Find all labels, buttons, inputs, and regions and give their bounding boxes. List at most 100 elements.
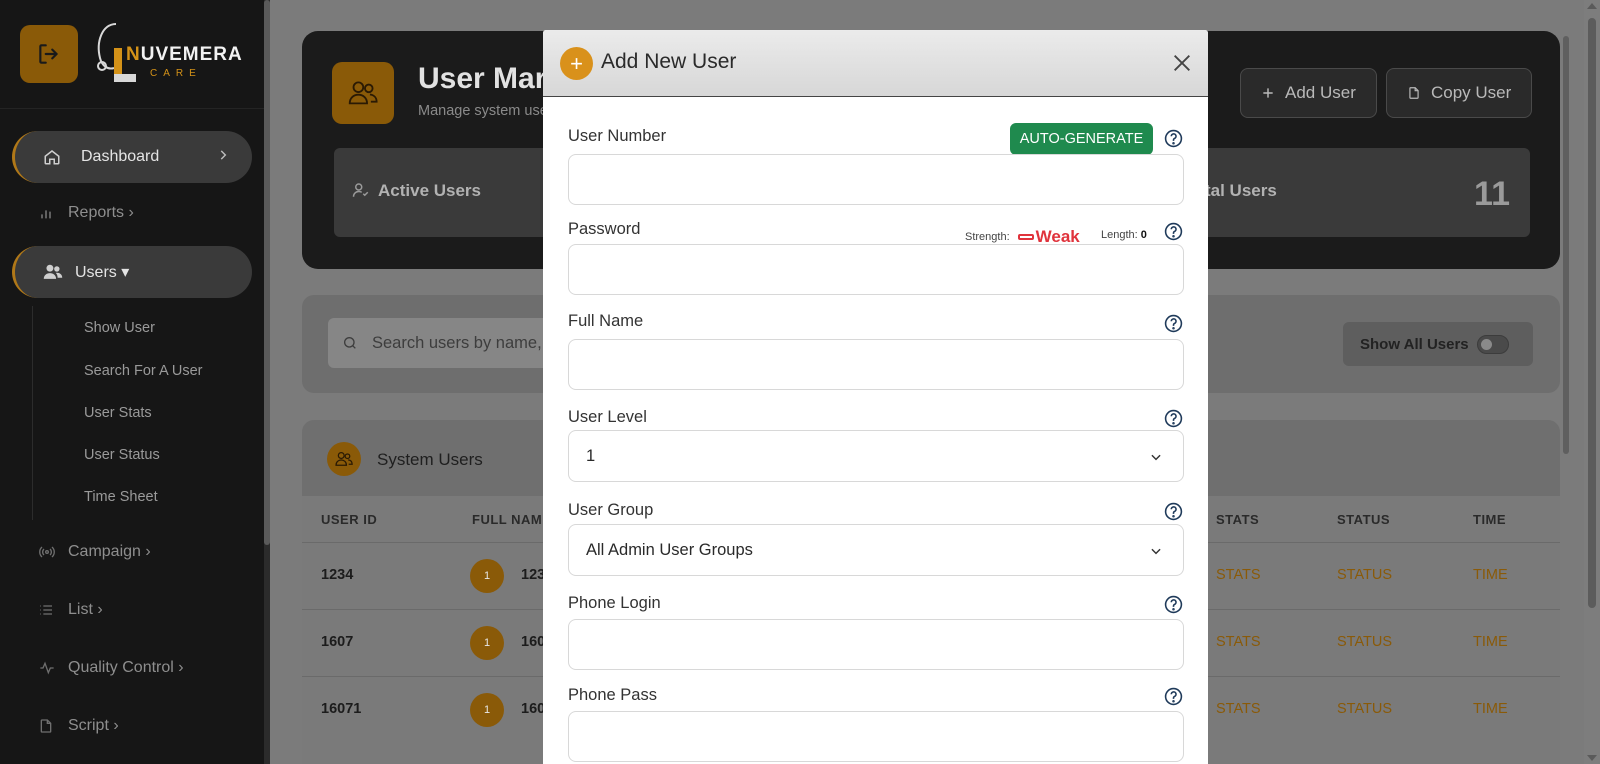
column-header-status[interactable]: STATUS [1337, 512, 1390, 527]
chevron-right-icon [220, 150, 227, 160]
sidebar-scrollbar[interactable] [264, 0, 270, 764]
scroll-down-icon[interactable] [1587, 755, 1597, 761]
phone-login-input[interactable] [568, 619, 1184, 670]
help-icon[interactable] [1164, 502, 1183, 521]
sidebar-item-campaign[interactable]: Campaign › [38, 543, 151, 561]
full-name-input[interactable] [568, 339, 1184, 390]
column-header-stats[interactable]: STATS [1216, 512, 1259, 527]
user-number-label: User Number [568, 127, 667, 145]
sidebar-item-label: List › [68, 601, 103, 618]
column-header-time[interactable]: TIME [1473, 512, 1506, 527]
level-badge: 1 [470, 693, 504, 727]
help-icon[interactable] [1164, 409, 1183, 428]
page-title: User Mar [418, 62, 547, 95]
scroll-thumb[interactable] [1588, 18, 1596, 608]
add-user-button[interactable]: Add User [1240, 68, 1377, 118]
full-name-cell: 160 [521, 701, 546, 717]
users-icon [348, 81, 378, 105]
page-subtitle: Manage system use [418, 103, 548, 119]
sidebar-subitem-show-user[interactable]: Show User [84, 320, 155, 336]
sidebar-item-label: Users ▾ [75, 264, 130, 281]
time-link[interactable]: TIME [1473, 701, 1508, 717]
sidebar-item-label: Quality Control › [68, 659, 184, 676]
bar-chart-icon [38, 205, 56, 221]
sidebar-subitem-user-stats[interactable]: User Stats [84, 405, 152, 421]
list-icon [38, 602, 56, 618]
main-scrollbar[interactable] [1563, 36, 1569, 454]
stats-link[interactable]: STATS [1216, 634, 1261, 650]
phone-pass-label: Phone Pass [568, 686, 657, 704]
file-icon [38, 718, 56, 734]
chevron-down-icon [1151, 548, 1161, 555]
chevron-down-icon [1151, 454, 1161, 461]
user-group-value: All Admin User Groups [586, 540, 753, 559]
user-group-label: User Group [568, 501, 654, 519]
time-link[interactable]: TIME [1473, 634, 1508, 650]
logout-icon [39, 44, 58, 64]
pulse-icon [38, 660, 56, 676]
add-user-label: Add User [1285, 83, 1356, 102]
status-link[interactable]: STATUS [1337, 567, 1392, 583]
broadcast-icon [38, 544, 56, 560]
search-input[interactable]: Search users by name, [328, 318, 568, 368]
search-placeholder: Search users by name, [372, 333, 542, 352]
users-icon [327, 442, 361, 476]
phone-pass-input[interactable] [568, 711, 1184, 762]
column-header-user-id[interactable]: USER ID [321, 512, 377, 527]
sidebar-subitem-user-status[interactable]: User Status [84, 447, 160, 463]
active-users-label: Active Users [378, 181, 482, 200]
plus-icon [1261, 86, 1275, 100]
user-level-label: User Level [568, 408, 647, 426]
status-link[interactable]: STATUS [1337, 701, 1392, 717]
show-all-users-toggle[interactable] [1477, 335, 1509, 354]
sidebar-item-script[interactable]: Script › [38, 717, 119, 735]
show-all-users-toggle-group[interactable]: Show All Users [1343, 322, 1533, 366]
auto-generate-button[interactable]: AUTO-GENERATE [1010, 123, 1153, 155]
help-icon[interactable] [1164, 314, 1183, 333]
table-title: System Users [377, 450, 483, 469]
user-group-select[interactable]: All Admin User Groups [568, 524, 1184, 576]
level-badge: 1 [470, 559, 504, 593]
sidebar-item-quality-control[interactable]: Quality Control › [38, 659, 184, 677]
user-number-input[interactable] [568, 154, 1184, 205]
column-header-full-name[interactable]: FULL NAME [472, 512, 551, 527]
time-link[interactable]: TIME [1473, 567, 1508, 583]
help-icon[interactable] [1164, 129, 1183, 148]
help-icon[interactable] [1164, 222, 1183, 241]
password-input[interactable] [568, 244, 1184, 295]
status-link[interactable]: STATUS [1337, 634, 1392, 650]
copy-user-button[interactable]: Copy User [1386, 68, 1533, 118]
scroll-up-icon[interactable] [1587, 3, 1597, 9]
help-icon[interactable] [1164, 687, 1183, 706]
user-id-cell: 16071 [321, 701, 362, 717]
copy-user-label: Copy User [1431, 83, 1512, 102]
password-label: Password [568, 220, 641, 238]
stats-link[interactable]: STATS [1216, 567, 1261, 583]
brand-logo: NUVEMERA CARE [92, 18, 242, 88]
users-icon [43, 263, 65, 281]
search-icon [342, 335, 358, 351]
sidebar-item-label: Reports › [68, 204, 134, 221]
page-scrollbar[interactable] [1584, 0, 1600, 764]
modal-title: Add New User [601, 50, 737, 73]
sidebar-item-list[interactable]: List › [38, 601, 103, 619]
help-icon[interactable] [1164, 595, 1183, 614]
sidebar-subitem-time-sheet[interactable]: Time Sheet [84, 489, 158, 505]
stats-link[interactable]: STATS [1216, 701, 1261, 717]
user-level-select[interactable]: 1 [568, 430, 1184, 482]
sidebar-item-dashboard[interactable]: Dashboard [12, 131, 252, 183]
brand-tagline: CARE [150, 68, 202, 79]
sidebar: NUVEMERA CARE Dashboard Reports › Users … [0, 0, 264, 764]
close-icon[interactable] [1171, 52, 1193, 74]
full-name-label: Full Name [568, 312, 644, 330]
sidebar-item-users[interactable]: Users ▾ [12, 246, 252, 298]
sidebar-subitem-search-user[interactable]: Search For A User [84, 363, 202, 379]
file-icon [1407, 85, 1421, 101]
total-users-card: tal Users 11 [1200, 148, 1530, 237]
add-user-modal: + Add New User User Number AUTO-GENERATE… [543, 30, 1208, 764]
sidebar-item-reports[interactable]: Reports › [38, 204, 134, 222]
logout-button[interactable] [20, 25, 78, 83]
sidebar-divider [0, 108, 264, 109]
home-icon [43, 148, 65, 166]
plus-circle-icon: + [560, 47, 593, 80]
